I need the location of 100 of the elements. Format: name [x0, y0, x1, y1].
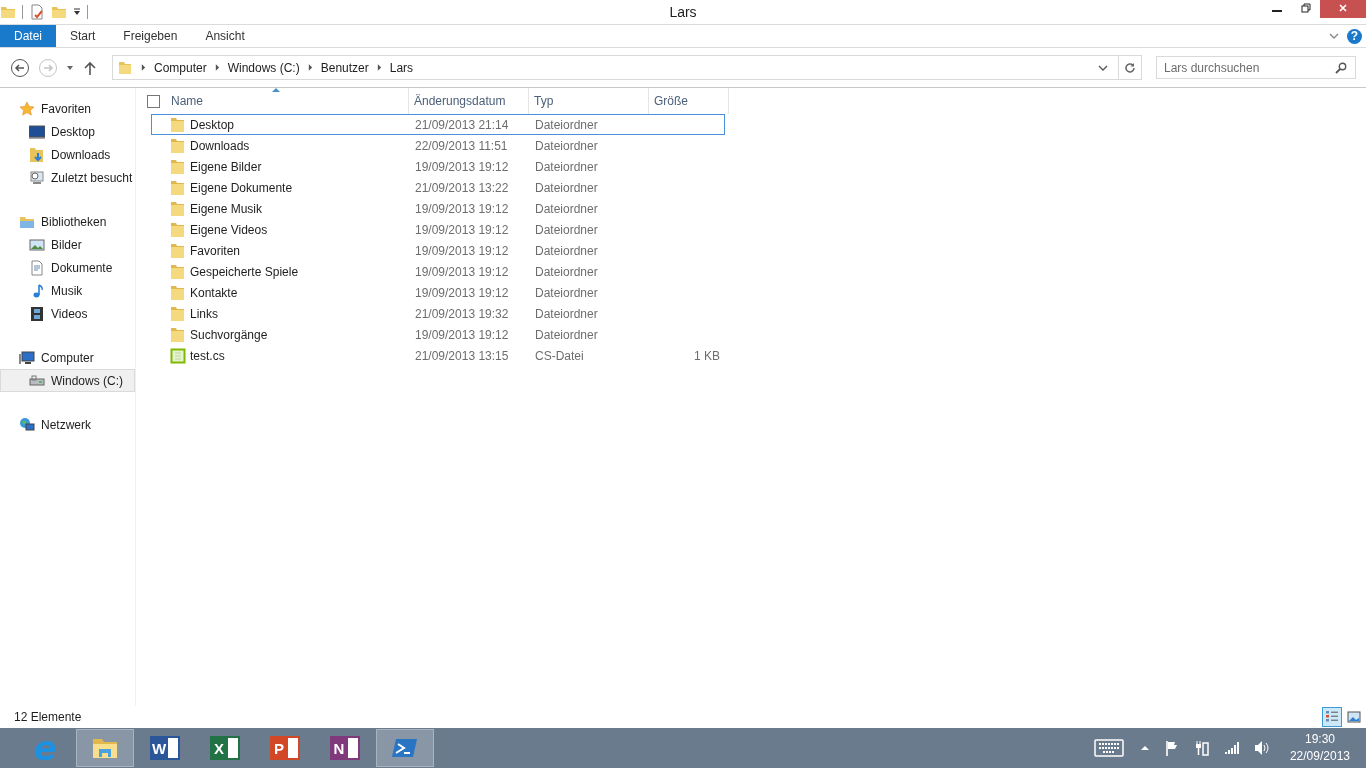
file-icon [170, 347, 186, 364]
file-row[interactable]: Eigene Musik 19/09/2013 19:12 Dateiordner [151, 198, 725, 219]
ribbon-tab[interactable]: Freigeben [109, 25, 192, 47]
taskbar-app[interactable] [76, 729, 134, 767]
details-view-button[interactable] [1322, 707, 1342, 727]
column-header[interactable]: Änderungsdatum [409, 88, 529, 114]
sidebar-item[interactable]: Downloads [0, 143, 135, 166]
ribbon-tab[interactable]: Start [56, 25, 110, 47]
sidebar-item[interactable]: Zuletzt besucht [0, 166, 135, 189]
drive-icon [29, 372, 45, 389]
date-cell-text: 21/09/2013 13:22 [414, 180, 510, 195]
item-count: 12 Elemente [14, 710, 82, 724]
ribbon-tab[interactable]: Datei [0, 25, 56, 47]
breadcrumb-item[interactable]: Windows (C:) [227, 60, 300, 75]
type-cell-text: Dateiordner [534, 243, 599, 258]
speaker-icon[interactable] [1253, 740, 1270, 756]
folder-icon [170, 305, 186, 322]
breadcrumb-arrow-icon[interactable] [141, 64, 146, 71]
date-cell-text: 21/09/2013 13:15 [414, 348, 510, 363]
file-row[interactable]: Eigene Bilder 19/09/2013 19:12 Dateiordner [151, 156, 725, 177]
sidebar-item[interactable]: Bibliotheken [0, 210, 135, 233]
column-header[interactable]: Name [166, 88, 409, 114]
file-row[interactable]: Gespeicherte Spiele 19/09/2013 19:12 Dateiordner [151, 261, 725, 282]
chevron-down-icon[interactable] [1329, 31, 1339, 41]
sidebar-item[interactable]: Dokumente [0, 256, 135, 279]
address-field[interactable]: Computer Windows (C:) Benutzer Lars [112, 55, 1142, 80]
folder-icon [170, 326, 186, 343]
file-row[interactable]: Suchvorgänge 19/09/2013 19:12 Dateiordner [151, 324, 725, 345]
back-icon[interactable] [10, 57, 30, 78]
clock-time[interactable]: 19:30 [1304, 731, 1335, 748]
date-cell-text: 19/09/2013 19:12 [414, 285, 510, 300]
power-plug-battery-icon[interactable] [1193, 740, 1210, 756]
folder-icon [170, 200, 186, 217]
date-cell-text: 22/09/2013 11:51 [414, 138, 509, 153]
properties-icon[interactable] [29, 4, 45, 20]
taskbar-app[interactable]: N [316, 729, 374, 767]
taskbar-app[interactable]: P [256, 729, 314, 767]
file-name: Favoriten [190, 243, 241, 258]
file-row[interactable]: Kontakte 19/09/2013 19:12 Dateiordner [151, 282, 725, 303]
sidebar-item[interactable]: Bilder [0, 233, 135, 256]
column-header[interactable]: Größe [649, 88, 729, 114]
sidebar-item[interactable]: Windows (C:) [0, 369, 135, 392]
document-icon [29, 259, 45, 276]
show-hidden-icons-icon[interactable] [1139, 743, 1150, 753]
taskbar-app[interactable]: W [136, 729, 194, 767]
sidebar-item[interactable]: Musik [0, 279, 135, 302]
file-name: Eigene Dokumente [190, 180, 293, 195]
type-cell-text: Dateiordner [534, 201, 599, 216]
breadcrumb-arrow-icon[interactable] [214, 64, 220, 71]
search-icon [1335, 62, 1347, 74]
clock-date[interactable]: 22/09/2013 [1289, 748, 1350, 765]
download-folder-icon [29, 146, 45, 163]
breadcrumb-item[interactable]: Benutzer [320, 60, 369, 75]
breadcrumb-arrow-icon[interactable] [307, 64, 313, 71]
sidebar-item[interactable]: Favoriten [0, 97, 135, 120]
file-row[interactable]: Links 21/09/2013 19:32 Dateiordner [151, 303, 725, 324]
sidebar-item[interactable]: Videos [0, 302, 135, 325]
sidebar-item[interactable]: Netzwerk [0, 413, 135, 436]
breadcrumb-arrow-icon[interactable] [376, 64, 382, 71]
keyboard-icon[interactable] [1093, 739, 1124, 757]
file-row[interactable]: Downloads 22/09/2013 11:51 Dateiordner [151, 135, 725, 156]
folder-icon [170, 116, 186, 133]
sidebar-item[interactable]: Desktop [0, 120, 135, 143]
signal-bars-icon[interactable] [1223, 740, 1240, 756]
browser-logo: e [33, 731, 57, 765]
file-row[interactable]: Desktop 21/09/2013 21:14 Dateiordner [151, 114, 725, 135]
date-cell-text: 21/09/2013 19:32 [414, 306, 510, 321]
column-header[interactable]: Typ [529, 88, 649, 114]
recent-places-icon [29, 169, 45, 186]
close-icon [1338, 3, 1348, 13]
breadcrumb-item[interactable]: Computer [154, 60, 207, 75]
recent-dropdown-icon[interactable] [66, 63, 74, 72]
close-button[interactable] [1320, 0, 1366, 18]
file-name: Downloads [190, 138, 250, 153]
file-name: Suchvorgänge [190, 327, 268, 342]
file-name: Desktop [190, 117, 235, 132]
file-name: Gespeicherte Spiele [190, 264, 299, 279]
file-row[interactable]: Eigene Videos 19/09/2013 19:12 Dateiordner [151, 219, 725, 240]
ribbon-tab[interactable]: Ansicht [191, 25, 259, 47]
sort-ascending-icon [272, 88, 281, 92]
taskbar-app[interactable]: X [196, 729, 254, 767]
flag-icon[interactable] [1163, 740, 1180, 756]
picture-icon [1347, 710, 1361, 724]
search-field[interactable]: Lars durchsuchen [1156, 56, 1356, 79]
select-all-checkbox[interactable] [147, 94, 160, 108]
type-cell-text: Dateiordner [534, 327, 599, 342]
taskbar-app[interactable] [376, 729, 434, 767]
up-arrow-icon[interactable] [82, 59, 98, 76]
breadcrumb-item[interactable]: Lars [389, 60, 414, 75]
dropdown-icon[interactable] [73, 8, 81, 16]
file-row[interactable]: Favoriten 19/09/2013 19:12 Dateiordner [151, 240, 725, 261]
sidebar-item[interactable]: Computer [0, 346, 135, 369]
date-cell-text: 19/09/2013 19:12 [414, 222, 510, 237]
help-button[interactable]: ? [1347, 28, 1362, 44]
folder-icon [170, 221, 186, 238]
details-list-icon [1325, 710, 1339, 724]
file-name: Eigene Bilder [190, 159, 262, 174]
file-row[interactable]: test.cs 21/09/2013 13:15 CS-Datei 1 KB [151, 345, 725, 366]
date-cell-text: 19/09/2013 19:12 [414, 159, 510, 174]
file-row[interactable]: Eigene Dokumente 21/09/2013 13:22 Dateiordner [151, 177, 725, 198]
